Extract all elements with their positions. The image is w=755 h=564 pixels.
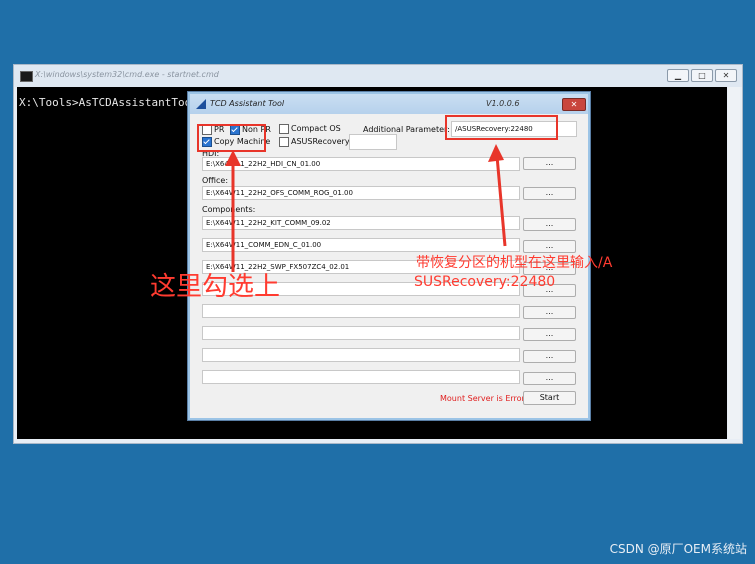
arrow-head-copy-machine xyxy=(225,150,241,166)
arrow-head-parameter xyxy=(488,144,504,162)
annotation-arrows xyxy=(225,144,507,272)
csdn-watermark: CSDN @原厂OEM系统站 xyxy=(609,542,747,556)
annotation-recovery-note-line1: 带恢复分区的机型在这里输入/A xyxy=(416,255,613,271)
annotation-recovery-note-line2: SUSRecovery:22480 xyxy=(414,274,556,290)
annotation-check-here: 这里勾选上 xyxy=(150,272,281,302)
arrow-to-parameter xyxy=(495,155,507,247)
